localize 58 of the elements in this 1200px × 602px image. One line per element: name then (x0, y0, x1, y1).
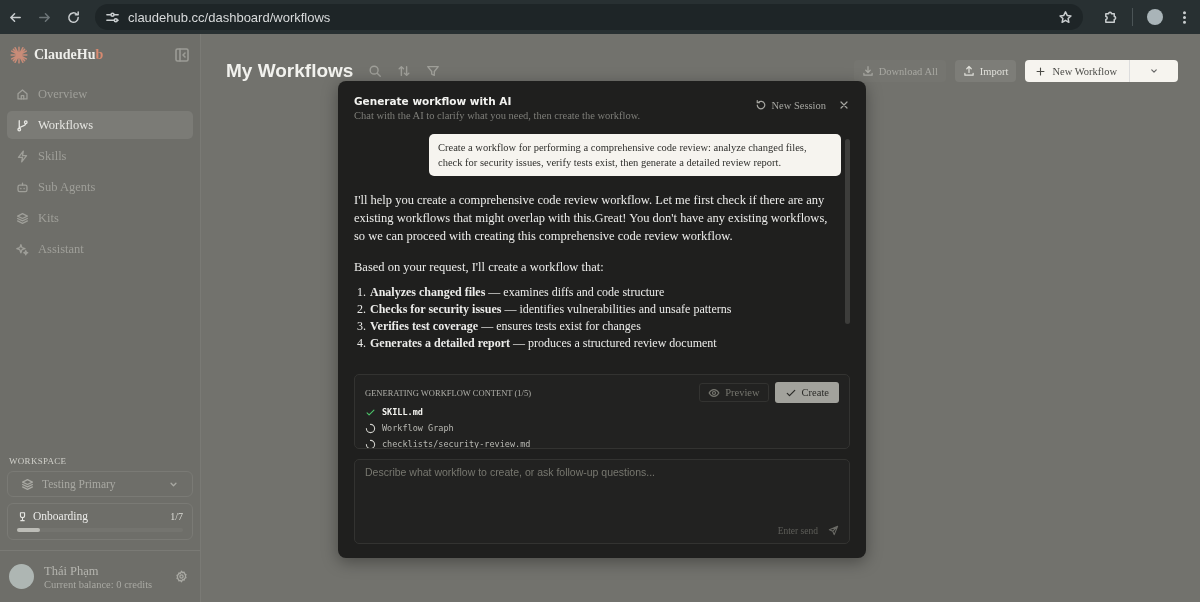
trophy-icon (17, 510, 28, 522)
close-icon (838, 99, 850, 111)
eye-icon (708, 386, 721, 399)
refresh-icon (755, 99, 768, 111)
page-title: My Workflows (226, 60, 354, 82)
puzzle-icon[interactable] (1103, 9, 1118, 25)
sidebar-toggle-icon[interactable] (174, 47, 190, 63)
action-button[interactable]: Import (954, 60, 1017, 82)
robot-icon (16, 180, 29, 194)
spinner-icon (365, 438, 376, 448)
url-text: claudehub.cc/dashboard/workflows (128, 9, 331, 25)
send-icon[interactable] (828, 525, 839, 536)
upload-icon (962, 65, 975, 77)
message-input[interactable]: Describe what workflow to create, or ask follow-up questions... (365, 466, 839, 525)
dialog-subtitle: Chat with the AI to clarify what you need, then create the workflow. (354, 110, 642, 121)
layers-icon (21, 477, 34, 491)
preview-button[interactable]: Preview (699, 383, 769, 402)
list-number: 2. (356, 301, 366, 318)
progress-title: GENERATING WORKFLOW CONTENT (1/5) (365, 387, 531, 398)
list-number: 4. (356, 335, 366, 352)
onboarding-card[interactable]: Onboarding 1/7 (7, 503, 193, 540)
spinner-icon (365, 422, 376, 434)
sparkle-icon (16, 242, 29, 256)
create-button[interactable]: Create (774, 382, 839, 403)
starburst-icon (10, 46, 28, 64)
dialog-title: Generate workflow with AI (354, 95, 513, 107)
section-label: WORKSPACE (8, 456, 68, 466)
reply-paragraph: I'll help you create a comprehensive code review workflow. Let me first check if there are any existing workflows that might overlap with this.Great! You don't have any existing workflows, so we can proceed with creating this comprehensive code review workflow. (354, 192, 829, 245)
file-name: checklists/security-review.md (382, 439, 531, 448)
nav-item[interactable]: Workflows (7, 111, 193, 139)
list-number: 3. (356, 318, 366, 335)
user-message: Create a workflow for performing a comprehensive code review: analyze changed files, check for security issues, verify tests exist, then generate a detailed review report. (429, 134, 841, 176)
address-bar[interactable]: claudehub.cc/dashboard/workflows (95, 4, 1083, 30)
list-item-text: Checks for security issues — identifies vulnerabilities and unsafe patterns (370, 301, 732, 318)
user-avatar (9, 564, 34, 589)
new-session-button[interactable]: New Session (755, 99, 826, 111)
home-icon (16, 87, 29, 101)
progress-count: 1/7 (170, 510, 183, 522)
onboarding-title: Onboarding (33, 510, 88, 522)
file-name: SKILL.md (382, 407, 423, 417)
list-item-text: Analyzes changed files — examines diffs and code structure (370, 284, 665, 301)
plus-icon (1035, 65, 1047, 77)
profile-avatar[interactable] (1147, 9, 1163, 25)
site-settings-icon[interactable] (105, 9, 120, 25)
download-icon (861, 65, 874, 77)
list-item-text: Generates a detailed report — produces a structured review document (370, 335, 717, 352)
branch-icon (16, 118, 29, 132)
lightning-icon (16, 149, 29, 163)
list-number: 1. (356, 284, 366, 301)
brand-logo: ClaudeHub (34, 47, 104, 63)
file-name: Workflow Graph (382, 423, 454, 433)
workspace-select[interactable]: Testing Primary (7, 471, 193, 497)
layers-icon (16, 211, 29, 225)
reply-paragraph: Based on your request, I'll create a workflow that: (354, 259, 605, 276)
star-icon[interactable] (1058, 9, 1073, 25)
user-name: Thái Phạm (44, 563, 100, 579)
reload-icon[interactable] (66, 9, 81, 25)
list-item-text: Verifies test coverage — ensures tests exist for changes (370, 318, 641, 335)
